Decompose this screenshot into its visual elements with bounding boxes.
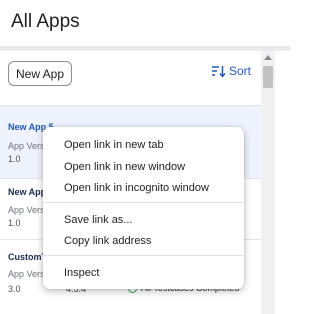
menu-separator (43, 255, 244, 256)
app-version-value: 1.0 (8, 218, 21, 228)
menu-item-open-incognito[interactable]: Open link in incognito window (43, 177, 244, 198)
page-header: All Apps (0, 0, 291, 46)
menu-item-open-new-tab[interactable]: Open link in new tab (43, 134, 244, 155)
app-version-label: App Versi (8, 205, 47, 215)
app-version-label: App Versi (8, 269, 47, 279)
menu-item-copy-link[interactable]: Copy link address (43, 230, 244, 251)
new-app-button[interactable]: New App (8, 61, 72, 86)
sort-icon (212, 65, 226, 78)
menu-separator (43, 202, 244, 203)
app-name[interactable]: CustomT (8, 252, 47, 262)
sort-label: Sort (229, 64, 252, 78)
menu-item-open-new-window[interactable]: Open link in new window (43, 156, 244, 177)
vertical-scrollbar[interactable] (261, 51, 275, 314)
context-menu: Open link in new tab Open link in new wi… (43, 127, 244, 289)
menu-item-save-link[interactable]: Save link as... (43, 209, 244, 230)
all-apps-page: All Apps New App Sort New App 5 App Vers… (0, 0, 291, 314)
scroll-up-arrow-icon[interactable] (264, 55, 272, 60)
app-version-value: 3.0 (8, 284, 21, 294)
sort-button[interactable]: Sort (211, 61, 251, 81)
app-version-label: App Versi (8, 141, 47, 151)
app-name[interactable]: New App (8, 187, 46, 197)
page-title: All Apps (11, 11, 80, 32)
right-gutter (275, 51, 291, 314)
menu-item-inspect[interactable]: Inspect (43, 262, 244, 283)
scroll-thumb[interactable] (263, 66, 273, 88)
app-version-value: 1.0 (8, 154, 21, 164)
